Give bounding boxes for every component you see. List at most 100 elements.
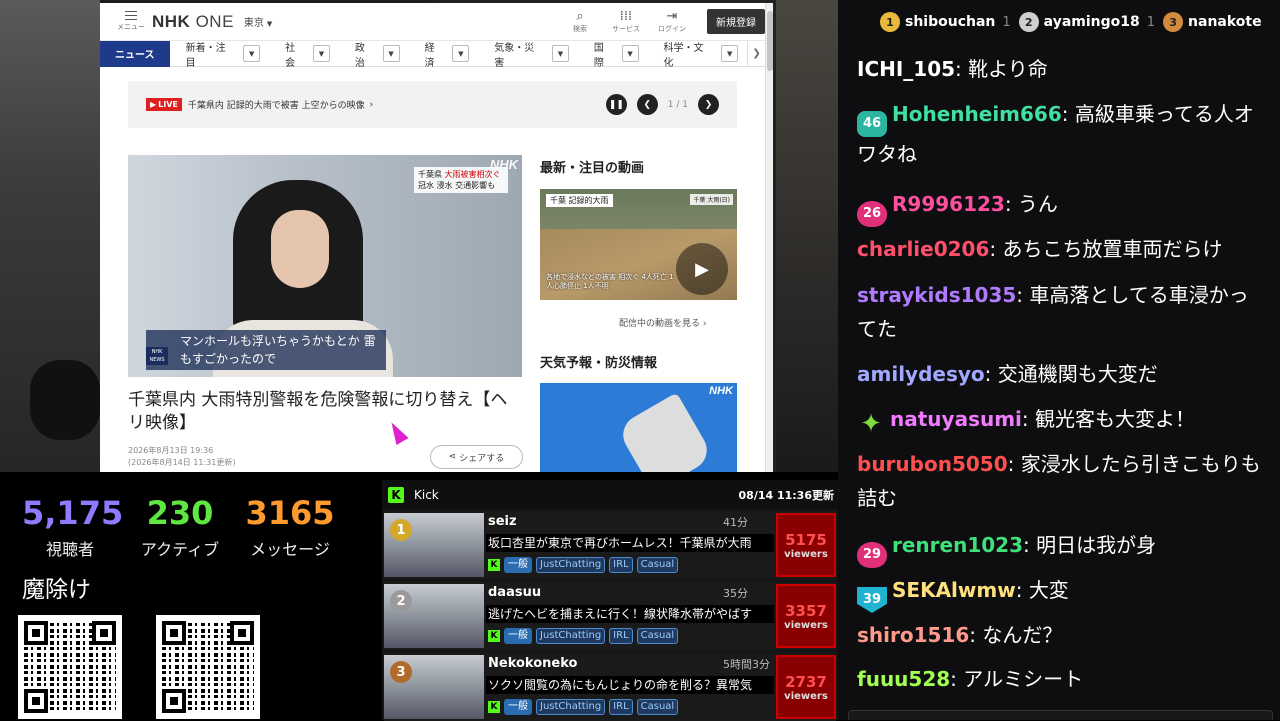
browser-scrollbar[interactable] [765, 3, 773, 472]
nhk-one-logo[interactable]: NHK ONE [152, 12, 234, 32]
qr-pattern [162, 621, 254, 713]
section-title-weather: 天気予報・防災情報 [540, 356, 658, 371]
chat-text: 明日は我が身 [1036, 533, 1157, 557]
more-videos-link[interactable]: 配信中の動画を見る › [619, 316, 707, 329]
signup-button[interactable]: 新規登録 [707, 9, 765, 34]
hamburger-icon [125, 11, 137, 20]
kick-stream-row[interactable]: 3 Nekokoneko 5時間3分 ソクソ閲覧の為にもんじょりの命を削る？異常気 K 一… [384, 653, 836, 721]
category-tag[interactable]: JustChatting [536, 628, 606, 644]
search-button[interactable]: ⌕ 検索 [563, 9, 597, 34]
kick-stream-row[interactable]: 1 seiz 41分 坂口杏里が東京で再びホームレス！千葉県が大雨 K 一般 JustCha… [384, 511, 836, 579]
video-thumbnail[interactable]: 千葉 記録的大雨 千葉 大雨(日) 各地で浸水などの被害 相次ぐ 4人死亡 1人… [540, 189, 737, 300]
category-tag[interactable]: IRL [609, 628, 633, 644]
login-icon: ⇥ [666, 8, 678, 24]
chevron-down-icon[interactable]: ▼ [243, 45, 261, 62]
share-button[interactable]: ⋖ シェアする [430, 445, 523, 469]
pause-button[interactable]: ❚❚ [605, 94, 627, 115]
prev-button[interactable]: ❮ [636, 94, 658, 115]
chat-username[interactable]: natuyasumi [890, 407, 1022, 431]
viewer-number: 5175 [785, 530, 827, 549]
viewer-count-box: 5175 viewers [776, 513, 836, 577]
chevron-down-icon[interactable]: ▼ [382, 45, 400, 62]
nav-item-weather[interactable]: 気象・災害 ▼ [478, 39, 578, 69]
share-label: シェアする [459, 453, 505, 464]
chevron-down-icon[interactable]: ▼ [551, 45, 569, 62]
kick-stream-row[interactable]: 2 daasuu 35分 逃げたヘビを捕まえに行く！線状降水帯がやばす K 一般 JustC… [384, 582, 836, 650]
scrollbar-thumb[interactable] [767, 11, 773, 71]
kick-ranking-panel: K Kick 08/14 11:36更新 1 seiz 41分 坂口杏里が東京で再びホ… [382, 480, 838, 721]
chat-username[interactable]: amilydesyo [857, 362, 985, 386]
category-tag[interactable]: IRL [609, 699, 633, 715]
stream-thumbnail[interactable]: 1 [384, 513, 484, 577]
viewer-label: viewers [784, 619, 828, 631]
viewer-count-box: 3357 viewers [776, 584, 836, 648]
nav-item-world[interactable]: 国際 ▼ [578, 39, 648, 69]
hero-video[interactable]: NHK 千葉県 大雨被害相次ぐ 冠水 浸水 交通影響も マンホールも浮いちゃうか… [128, 155, 522, 377]
chat-separator: : [1007, 452, 1021, 476]
stream-thumbnail[interactable]: 3 [384, 655, 484, 719]
live-text: 千葉県内 記録的大雨で被害 上空からの映像 [187, 101, 365, 111]
chat-input[interactable] [848, 710, 1273, 720]
nav-item-economy[interactable]: 経済 ▼ [409, 39, 479, 69]
thumb-label-right: 千葉 大雨(日) [690, 194, 733, 205]
nav-item-science[interactable]: 科学・文化 ▼ [648, 39, 748, 69]
chat-username[interactable]: SEKAlwmw [892, 578, 1016, 602]
qr-finder [230, 621, 254, 645]
tab-news[interactable]: ニュース [100, 40, 170, 67]
streamer-name: seiz [488, 514, 517, 529]
language-tag[interactable]: 一般 [504, 557, 532, 573]
chat-username[interactable]: charlie0206 [857, 237, 989, 261]
chevron-down-icon[interactable]: ▼ [452, 45, 470, 62]
chat-message: 39 SEKAlwmw: 大変 [857, 573, 1262, 613]
chat-username[interactable]: Hohenheim666 [892, 102, 1062, 126]
caret-down-icon: ▼ [266, 20, 273, 28]
language-tag[interactable]: 一般 [504, 699, 532, 715]
chat-message: charlie0206: あちこち放置車両だらけ [857, 232, 1262, 266]
nav-item-society[interactable]: 社会 ▼ [269, 39, 339, 69]
category-tag[interactable]: JustChatting [536, 557, 606, 573]
top-fan: 2 ayamingo18 1 [1018, 12, 1155, 32]
stream-thumbnail[interactable]: 2 [384, 584, 484, 648]
login-button[interactable]: ⇥ ログイン [655, 8, 689, 34]
chevron-down-icon[interactable]: ▼ [312, 45, 330, 62]
chair-silhouette [30, 360, 100, 440]
kick-logo-icon: K [388, 486, 404, 503]
article-headline[interactable]: 千葉県内 大雨特別警報を危険警報に切り替え【ヘリ映像】 [128, 389, 522, 435]
chat-message: amilydesyo: 交通機関も大変だ [857, 357, 1262, 391]
category-tag[interactable]: IRL [609, 557, 633, 573]
chat-username[interactable]: ICHI_105 [857, 57, 955, 81]
region-selector[interactable]: 東京 ▼ [244, 14, 272, 29]
nav-item-new[interactable]: 新着・注目 ▼ [170, 39, 270, 69]
category-tag[interactable]: Casual [636, 628, 679, 644]
level-badge-icon: 39 [857, 587, 887, 613]
category-tag[interactable]: Casual [636, 557, 679, 573]
chat-username[interactable]: fuuu528 [857, 667, 950, 691]
chevron-down-icon[interactable]: ▼ [721, 45, 739, 62]
chevron-down-icon[interactable]: ▼ [621, 45, 639, 62]
chat-username[interactable]: straykids1035 [857, 283, 1016, 307]
chat-separator: : [969, 623, 983, 647]
chat-separator: : [989, 237, 1003, 261]
language-tag[interactable]: 一般 [504, 628, 532, 644]
category-tag[interactable]: Casual [636, 699, 679, 715]
chat-username[interactable]: burubon5050 [857, 452, 1008, 476]
chat-separator: : [1023, 533, 1037, 557]
chat-username[interactable]: R9996123 [892, 192, 1005, 216]
service-button[interactable]: ⁞⁞⁞ サービス [609, 9, 643, 34]
next-button[interactable]: ❯ [698, 94, 719, 115]
chat-text: 観光客も大変よ！ [1035, 407, 1196, 431]
category-tag[interactable]: JustChatting [536, 699, 606, 715]
nav-next-button[interactable]: ❯ [747, 40, 765, 67]
viewer-label: viewers [784, 548, 828, 560]
stream-title: ソクソ閲覧の為にもんじょりの命を削る？異常気 [486, 676, 774, 694]
chat-separator: : [1016, 283, 1030, 307]
chat-username[interactable]: renren1023 [892, 533, 1023, 557]
nav-item-politics[interactable]: 政治 ▼ [339, 39, 409, 69]
live-banner[interactable]: ▶ LIVE 千葉県内 記録的大雨で被害 上空からの映像 › ❚❚ ❮ 1 / 1… [128, 81, 737, 128]
chat-text: うん [1017, 192, 1058, 216]
more-videos-label: 配信中の動画を見る [619, 319, 701, 329]
play-icon[interactable]: ▶ [676, 243, 728, 295]
chat-username[interactable]: shiro1516 [857, 623, 969, 647]
menu-button[interactable]: メニュー [114, 11, 148, 32]
weather-map-thumbnail[interactable]: NHK [540, 383, 737, 472]
